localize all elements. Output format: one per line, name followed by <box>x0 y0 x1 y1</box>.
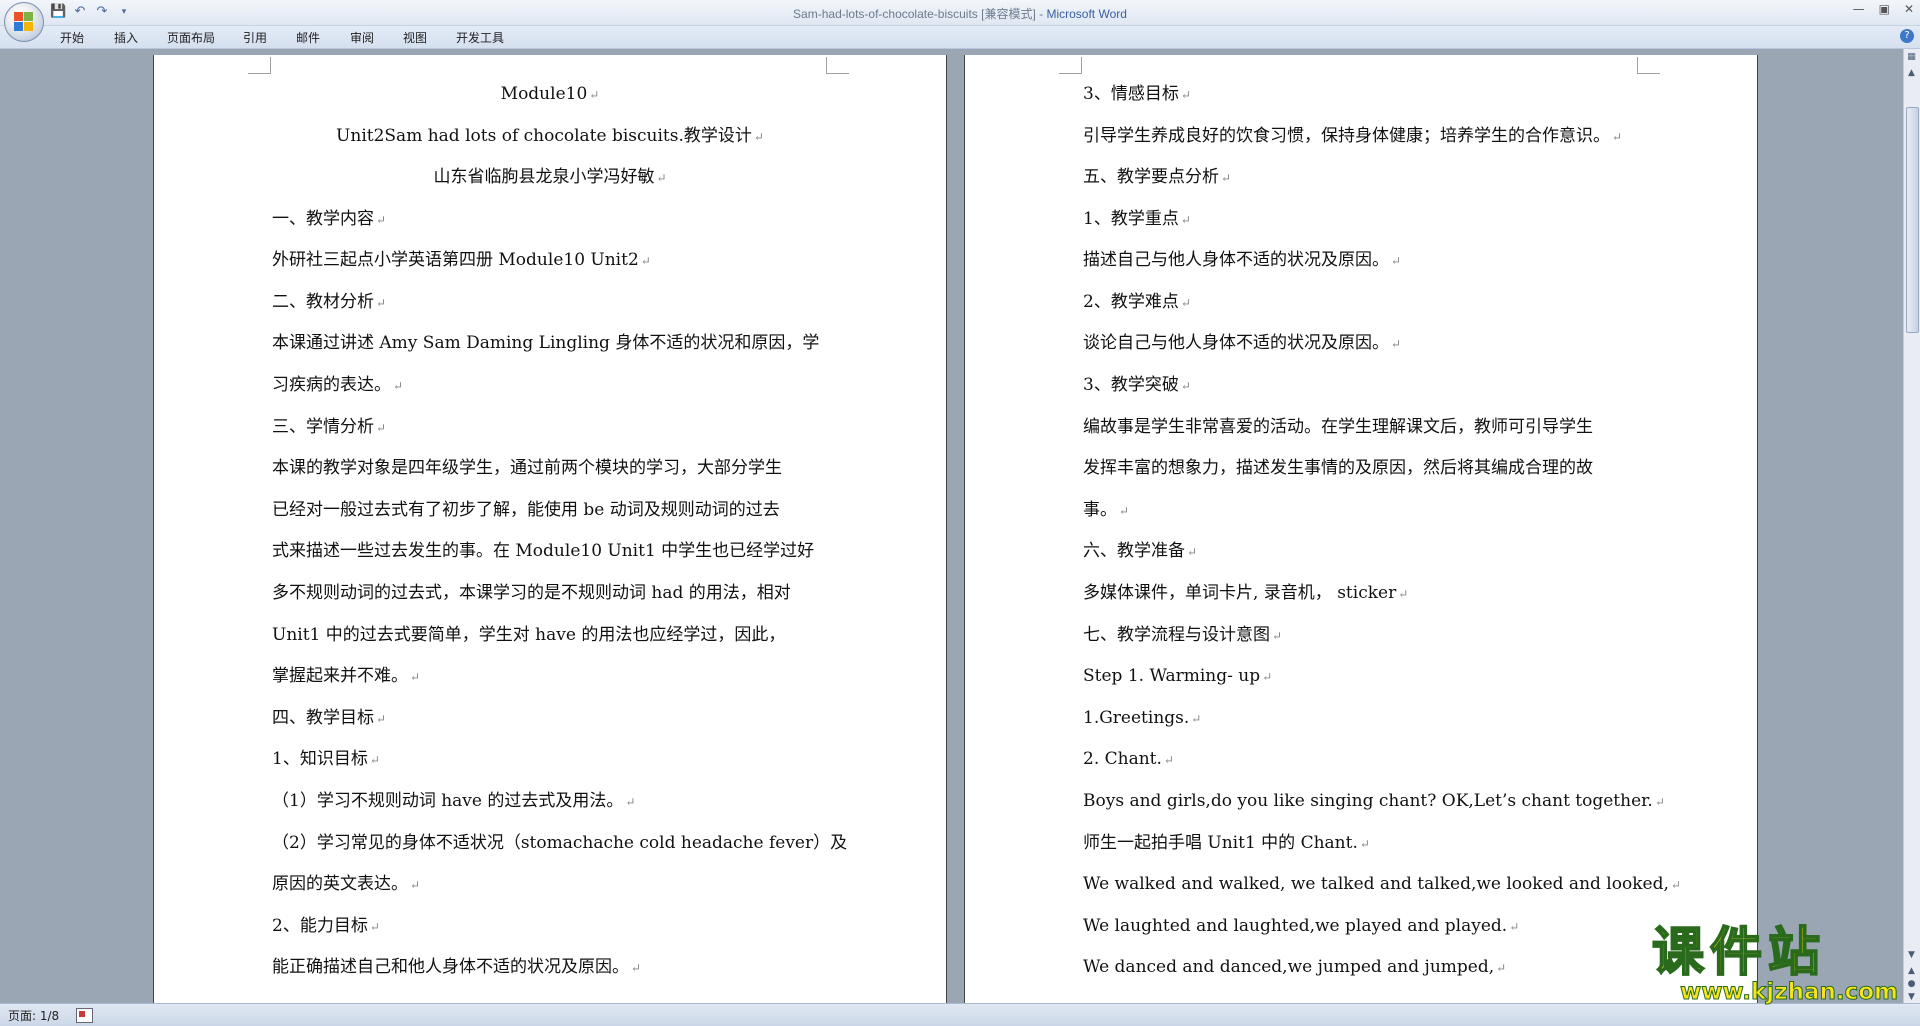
doc-line: 1、知识目标 ↵ <box>272 749 380 769</box>
doc-line: 五、教学要点分析 ↵ <box>1083 167 1232 187</box>
vertical-scrollbar[interactable]: ▦ ▲ ▼ ▲ ● ▼ <box>1903 49 1920 1003</box>
doc-line: 谈论自己与他人身体不适的状况及原因。 ↵ <box>1083 333 1402 353</box>
doc-line: 四、教学目标 ↵ <box>272 708 387 728</box>
margin-corner-mark <box>826 57 849 74</box>
doc-line: 描述自己与他人身体不适的状况及原因。 ↵ <box>1083 250 1402 270</box>
tab-home[interactable]: 开始 <box>60 29 84 46</box>
doc-line: We walked and walked, we talked and talk… <box>1083 874 1681 894</box>
tab-references[interactable]: 引用 <box>243 29 267 46</box>
doc-line: 一、教学内容 ↵ <box>272 209 387 229</box>
doc-line: Unit2Sam had lots of chocolate biscuits.… <box>336 126 764 146</box>
doc-line: 3、教学突破 ↵ <box>1083 375 1191 395</box>
doc-line: 1、教学重点 ↵ <box>1083 209 1191 229</box>
doc-line: 原因的英文表达。 ↵ <box>272 874 421 894</box>
watermark-url: www.kjzhan.com <box>1680 979 1899 1005</box>
tab-insert[interactable]: 插入 <box>114 29 138 46</box>
scroll-down-icon[interactable]: ▼ <box>1906 949 1917 961</box>
doc-line: 2. Chant. ↵ <box>1083 749 1174 769</box>
doc-line: 七、教学流程与设计意图 ↵ <box>1083 625 1283 645</box>
doc-line: 编故事是学生非常喜爱的活动。在学生理解课文后，教师可引导学生 <box>1083 417 1593 437</box>
office-logo-icon <box>14 12 34 32</box>
document-page-1[interactable]: Module10 ↵ Unit2Sam had lots of chocolate… <box>154 55 946 1003</box>
scroll-up-icon[interactable]: ▲ <box>1906 67 1917 79</box>
tab-view[interactable]: 视图 <box>403 29 427 46</box>
doc-line: 引导学生养成良好的饮食习惯，保持身体健康；培养学生的合作意识。 ↵ <box>1083 126 1623 146</box>
tab-review[interactable]: 审阅 <box>350 29 374 46</box>
doc-line: Step 1. Warming- up ↵ <box>1083 666 1273 686</box>
doc-line: 本课的教学对象是四年级学生，通过前两个模块的学习，大部分学生 <box>272 458 782 478</box>
macro-record-icon[interactable] <box>76 1008 93 1023</box>
margin-corner-mark <box>1637 57 1660 74</box>
doc-line: 习疾病的表达。 ↵ <box>272 375 404 395</box>
doc-line: 多媒体课件，单词卡片, 录音机， sticker ↵ <box>1083 583 1409 603</box>
page-indicator[interactable]: 页面: 1/8 <box>8 1007 59 1024</box>
doc-line: 山东省临朐县龙泉小学冯好敏 ↵ <box>433 167 667 187</box>
doc-line: We laughted and laughted,we played and p… <box>1083 916 1520 936</box>
status-bar: 页面: 1/8 <box>0 1003 1920 1026</box>
browse-object-icon[interactable]: ● <box>1906 978 1917 990</box>
doc-line: （2）学习常见的身体不适状况（stomachache cold headache… <box>272 833 848 853</box>
close-icon[interactable]: ✕ <box>1904 2 1914 16</box>
tab-developer[interactable]: 开发工具 <box>456 29 504 46</box>
document-workspace: Module10 ↵ Unit2Sam had lots of chocolate… <box>0 49 1904 1003</box>
scrollbar-thumb[interactable] <box>1906 107 1919 333</box>
maximize-icon[interactable]: ▣ <box>1879 2 1890 16</box>
doc-line: 多不规则动词的过去式，本课学习的是不规则动词 had 的用法，相对 <box>272 583 791 603</box>
window-title: Sam-had-lots-of-chocolate-biscuits [兼容模式… <box>0 5 1920 22</box>
doc-line: 式来描述一些过去发生的事。在 Module10 Unit1 中学生也已经学过好 <box>272 541 815 561</box>
help-icon[interactable]: ? <box>1900 29 1914 43</box>
margin-corner-mark <box>1059 57 1082 74</box>
tab-page-layout[interactable]: 页面布局 <box>167 29 215 46</box>
doc-line: （1）学习不规则动词 have 的过去式及用法。 ↵ <box>272 791 636 811</box>
previous-page-icon[interactable]: ▲ <box>1906 965 1917 977</box>
doc-line: 2、能力目标 ↵ <box>272 916 380 936</box>
next-page-icon[interactable]: ▼ <box>1906 991 1917 1003</box>
doc-line: 本课通过讲述 Amy Sam Daming Lingling 身体不适的状况和原… <box>272 333 820 353</box>
ruler-toggle-icon[interactable]: ▦ <box>1906 51 1917 63</box>
document-title: Sam-had-lots-of-chocolate-biscuits [兼容模式… <box>793 7 1047 21</box>
doc-line: 发挥丰富的想象力，描述发生事情的及原因，然后将其编成合理的故 <box>1083 458 1593 478</box>
doc-line: 师生一起拍手唱 Unit1 中的 Chant. ↵ <box>1083 833 1370 853</box>
doc-line: 能正确描述自己和他人身体不适的状况及原因。 ↵ <box>272 957 642 977</box>
document-page-2[interactable]: 3、情感目标 ↵ 引导学生养成良好的饮食习惯，保持身体健康；培养学生的合作意识。 ↵… <box>965 55 1757 1003</box>
doc-line: 外研社三起点小学英语第四册 Module10 Unit2 ↵ <box>272 250 651 270</box>
tab-mailings[interactable]: 邮件 <box>296 29 320 46</box>
ribbon-tabs: 开始 插入 页面布局 引用 邮件 审阅 视图 开发工具 ? <box>0 26 1920 49</box>
doc-line: Module10 ↵ <box>500 84 600 104</box>
doc-line: Boys and girls,do you like singing chant… <box>1083 791 1665 811</box>
doc-line: 已经对一般过去式有了初步了解，能使用 be 动词及规则动词的过去 <box>272 500 780 520</box>
site-watermark-logo: 课件站 www.kjzhan.com <box>1651 923 1900 1005</box>
doc-line: 事。 ↵ <box>1083 500 1130 520</box>
margin-corner-mark <box>248 57 271 74</box>
doc-line: 3、情感目标 ↵ <box>1083 84 1191 104</box>
window-controls: — ▣ ✕ <box>1853 2 1914 16</box>
office-button[interactable] <box>4 2 44 42</box>
doc-line: We danced and danced,we jumped and jumpe… <box>1083 957 1507 977</box>
title-bar: 💾 ↶ ↷ ▾ Sam-had-lots-of-chocolate-biscui… <box>0 0 1920 26</box>
doc-line: 1.Greetings. ↵ <box>1083 708 1202 728</box>
app-title: Microsoft Word <box>1046 7 1127 21</box>
watermark-name: 课件站 <box>1651 923 1827 983</box>
doc-line: 2、教学难点 ↵ <box>1083 292 1191 312</box>
doc-line: 掌握起来并不难。 ↵ <box>272 666 421 686</box>
minimize-icon[interactable]: — <box>1853 2 1865 16</box>
doc-line: Unit1 中的过去式要简单，学生对 have 的用法也应经学过，因此， <box>272 625 786 645</box>
doc-line: 六、教学准备 ↵ <box>1083 541 1198 561</box>
doc-line: 二、教材分析 ↵ <box>272 292 387 312</box>
doc-line: 三、学情分析 ↵ <box>272 417 387 437</box>
